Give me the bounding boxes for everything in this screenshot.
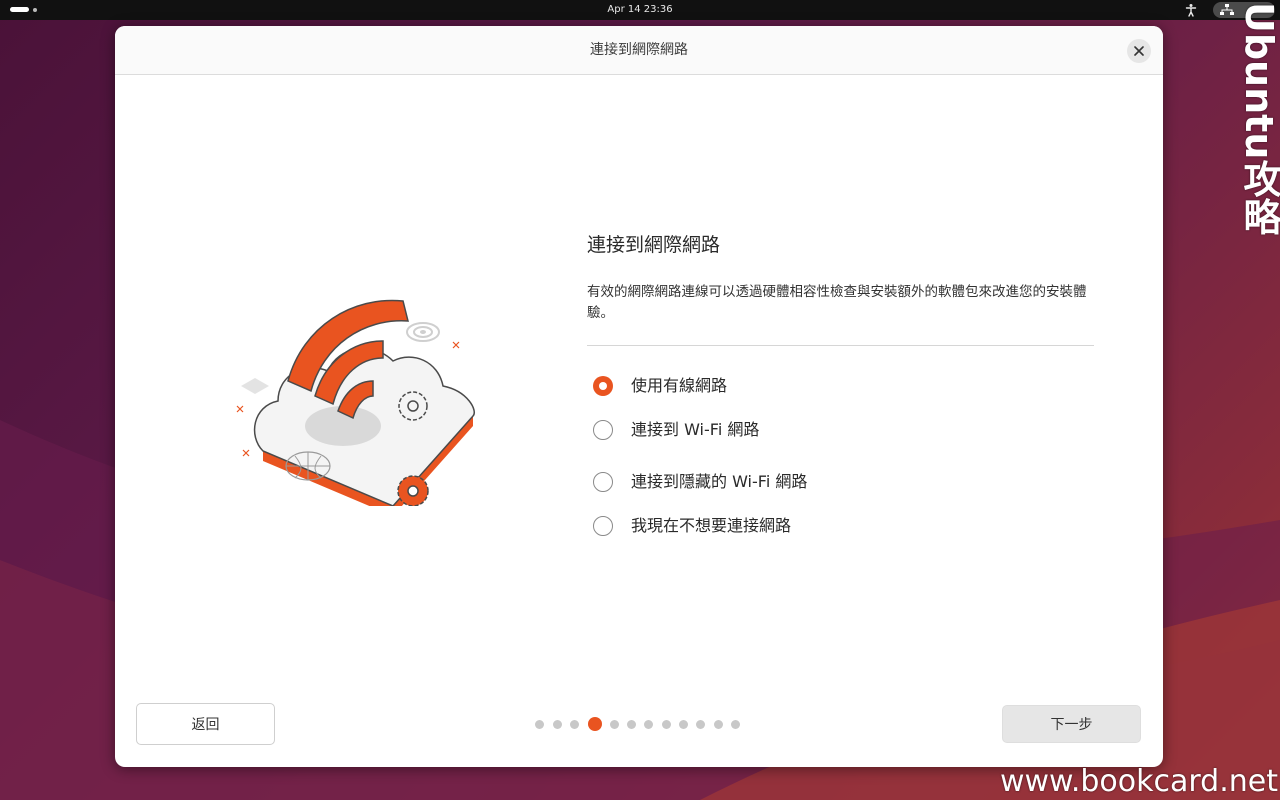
accessibility-icon[interactable]: [1184, 3, 1198, 17]
page-dot: [553, 720, 562, 729]
page-dot: [644, 720, 653, 729]
back-button[interactable]: 返回: [136, 703, 275, 745]
top-bar: Apr 14 23:36: [0, 0, 1280, 20]
radio-wired[interactable]: [593, 376, 613, 396]
close-icon: [1134, 46, 1144, 56]
page-dot: [535, 720, 544, 729]
radio-wifi[interactable]: [593, 420, 613, 440]
page-dot-active: [588, 717, 602, 731]
installer-dialog: 連接到網際網路 連接到網際網路 有效的網際網路連線可以透過硬體相容性檢查與安裝額…: [115, 26, 1163, 767]
page-dot: [662, 720, 671, 729]
option-wifi-label: 連接到 Wi-Fi 網路: [631, 420, 760, 439]
dialog-title: 連接到網際網路: [590, 42, 688, 58]
next-button[interactable]: 下一步: [1002, 705, 1141, 743]
content-heading: 連接到網際網路: [587, 234, 721, 256]
option-hidden-wifi-label: 連接到隱藏的 Wi-Fi 網路: [631, 472, 808, 491]
watermark-url: www.bookcard.net: [999, 764, 1278, 799]
option-no-connection-label: 我現在不想要連接網路: [631, 516, 792, 535]
page-dot: [731, 720, 740, 729]
watermark-vertical: Ubuntu攻略: [1237, 2, 1280, 236]
radio-no-connection[interactable]: [593, 516, 613, 536]
option-wired-label: 使用有線網路: [631, 376, 728, 395]
option-hidden-wifi[interactable]: 連接到隱藏的 Wi-Fi 網路: [593, 472, 993, 496]
clock[interactable]: Apr 14 23:36: [0, 4, 1280, 16]
close-button[interactable]: [1127, 39, 1151, 63]
option-wifi[interactable]: 連接到 Wi-Fi 網路: [593, 420, 993, 444]
page-dot: [714, 720, 723, 729]
radio-hidden-wifi[interactable]: [593, 472, 613, 492]
wifi-cloud-illustration: [236, 299, 475, 506]
page-dot: [570, 720, 579, 729]
network-icon: [1220, 4, 1234, 15]
page-dot: [627, 720, 636, 729]
dialog-header: 連接到網際網路: [115, 26, 1163, 75]
page-dot: [696, 720, 705, 729]
page-dot: [679, 720, 688, 729]
option-wired[interactable]: 使用有線網路: [593, 376, 993, 400]
page-indicator: [535, 716, 745, 732]
divider: [587, 345, 1094, 346]
content-description: 有效的網際網路連線可以透過硬體相容性檢查與安裝額外的軟體包來改進您的安裝體驗。: [587, 284, 1087, 321]
option-no-connection[interactable]: 我現在不想要連接網路: [593, 516, 993, 540]
page-dot: [610, 720, 619, 729]
